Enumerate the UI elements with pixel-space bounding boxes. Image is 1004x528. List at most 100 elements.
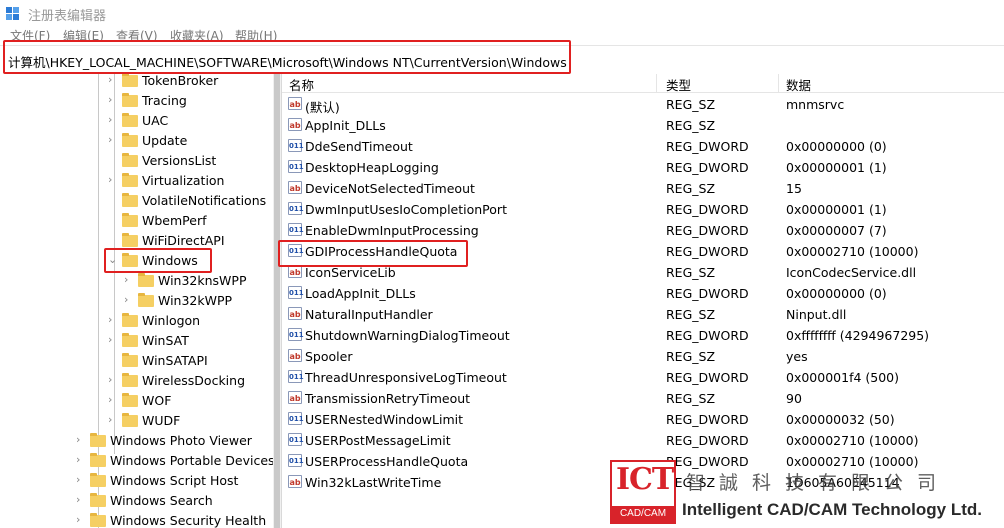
value-row[interactable]: ab IconServiceLib REG_SZ IconCodecService.d… — [282, 262, 1004, 283]
value-row[interactable]: 011 USERPostMessageLimit REG_DWORD 0x000027… — [282, 430, 1004, 451]
chevron-down-icon[interactable]: ⌄ — [108, 254, 118, 266]
chevron-right-icon[interactable]: › — [76, 514, 86, 526]
chevron-right-icon[interactable]: › — [108, 314, 118, 326]
tree-item[interactable]: › UAC — [0, 111, 273, 131]
chevron-right-icon[interactable]: › — [108, 394, 118, 406]
value-type: REG_SZ — [666, 265, 716, 280]
chevron-right-icon[interactable]: › — [124, 294, 134, 306]
column-type-header[interactable]: 类型 — [666, 75, 691, 94]
menu-edit[interactable]: 编辑(E) — [63, 27, 104, 44]
value-row[interactable]: ab AppInit_DLLs REG_SZ — [282, 115, 1004, 136]
chevron-right-icon[interactable]: › — [108, 114, 118, 126]
tree-item[interactable]: VolatileNotifications — [0, 191, 273, 211]
tree-item[interactable]: › Winlogon — [0, 311, 273, 331]
value-row[interactable]: 011 DwmInputUsesIoCompletionPort REG_DWORD… — [282, 199, 1004, 220]
chevron-right-icon[interactable]: › — [76, 454, 86, 466]
value-name: DwmInputUsesIoCompletionPort — [305, 202, 507, 217]
folder-icon — [122, 113, 138, 127]
menu-file[interactable]: 文件(F) — [10, 27, 50, 44]
tree-item[interactable]: WiFiDirectAPI — [0, 231, 273, 251]
chevron-right-icon[interactable] — [108, 194, 118, 206]
chevron-right-icon[interactable]: › — [108, 374, 118, 386]
tree-item[interactable]: › WOF — [0, 391, 273, 411]
tree-item[interactable]: VersionsList — [0, 151, 273, 171]
binary-value-icon: 011 — [288, 160, 304, 173]
chevron-right-icon[interactable]: › — [124, 274, 134, 286]
tree-item[interactable]: › Windows Photo Viewer — [0, 431, 273, 451]
company-name-cn: 智誠科技有限公司 — [686, 472, 951, 494]
menu-view[interactable]: 查看(V) — [116, 27, 158, 44]
tree-item[interactable]: › TokenBroker — [0, 74, 273, 91]
value-row[interactable]: 011 DesktopHeapLogging REG_DWORD 0x00000001… — [282, 157, 1004, 178]
binary-value-icon: 011 — [288, 286, 304, 299]
menu-help[interactable]: 帮助(H) — [235, 27, 277, 44]
string-value-icon: ab — [288, 181, 302, 194]
value-row[interactable]: 011 ShutdownWarningDialogTimeout REG_DWORD… — [282, 325, 1004, 346]
value-row[interactable]: ab (默认) REG_SZ mnmsrvc — [282, 94, 1004, 115]
value-row[interactable]: ab TransmissionRetryTimeout REG_SZ 90 — [282, 388, 1004, 409]
tree-scrollbar[interactable] — [273, 74, 281, 528]
chevron-right-icon[interactable]: › — [76, 494, 86, 506]
tree-item-label: VersionsList — [142, 153, 217, 168]
value-row[interactable]: 011 DdeSendTimeout REG_DWORD 0x00000000 (0) — [282, 136, 1004, 157]
value-row[interactable]: ab DeviceNotSelectedTimeout REG_SZ 15 — [282, 178, 1004, 199]
tree-item[interactable]: › Windows Search — [0, 491, 273, 511]
tree-item[interactable]: › Windows Portable Devices — [0, 451, 273, 471]
value-row[interactable]: 011 GDIProcessHandleQuota REG_DWORD 0x00002… — [282, 241, 1004, 262]
chevron-right-icon[interactable]: › — [108, 94, 118, 106]
column-separator[interactable] — [656, 74, 657, 92]
chevron-right-icon[interactable] — [108, 354, 118, 366]
chevron-right-icon[interactable]: › — [76, 474, 86, 486]
tree-item[interactable]: › Tracing — [0, 91, 273, 111]
tree-item[interactable]: WinSATAPI — [0, 351, 273, 371]
tree-item[interactable]: › Win32knsWPP — [0, 271, 273, 291]
chevron-right-icon[interactable] — [108, 234, 118, 246]
value-row[interactable]: ab Spooler REG_SZ yes — [282, 346, 1004, 367]
address-path[interactable]: 计算机\HKEY_LOCAL_MACHINE\SOFTWARE\Microsof… — [8, 52, 567, 71]
chevron-right-icon[interactable]: › — [76, 434, 86, 446]
value-row[interactable]: ab NaturalInputHandler REG_SZ Ninput.dll — [282, 304, 1004, 325]
tree-item[interactable]: › WUDF — [0, 411, 273, 431]
value-row[interactable]: 011 EnableDwmInputProcessing REG_DWORD 0x00… — [282, 220, 1004, 241]
chevron-right-icon[interactable] — [108, 214, 118, 226]
value-type: REG_SZ — [666, 391, 716, 406]
chevron-right-icon[interactable]: › — [108, 334, 118, 346]
value-row[interactable]: 011 LoadAppInit_DLLs REG_DWORD 0x00000000 (… — [282, 283, 1004, 304]
tree-item[interactable]: › Windows Security Health — [0, 511, 273, 528]
tree-item[interactable]: › Windows Script Host — [0, 471, 273, 491]
tree-item-label: Windows Photo Viewer — [110, 433, 252, 448]
chevron-right-icon[interactable]: › — [108, 134, 118, 146]
tree-item[interactable]: ⌄ Windows — [0, 251, 273, 271]
tree-item[interactable]: › Virtualization — [0, 171, 273, 191]
menu-favorites[interactable]: 收藏夹(A) — [170, 27, 224, 44]
value-type: REG_DWORD — [666, 244, 749, 259]
tree-item[interactable]: › Update — [0, 131, 273, 151]
tree-scroll-thumb[interactable] — [274, 74, 280, 528]
value-type: REG_SZ — [666, 97, 716, 112]
tree-item[interactable]: WbemPerf — [0, 211, 273, 231]
tree-item-label: WbemPerf — [142, 213, 207, 228]
column-data-header[interactable]: 数据 — [786, 75, 811, 94]
value-row[interactable]: 011 USERNestedWindowLimit REG_DWORD 0x00000… — [282, 409, 1004, 430]
column-separator[interactable] — [778, 74, 779, 92]
value-data: 90 — [786, 391, 802, 406]
value-type: REG_DWORD — [666, 286, 749, 301]
chevron-right-icon[interactable]: › — [108, 414, 118, 426]
column-name-header[interactable]: 名称 — [289, 75, 314, 94]
value-row[interactable]: 011 ThreadUnresponsiveLogTimeout REG_DWORD… — [282, 367, 1004, 388]
tree-item[interactable]: › Win32kWPP — [0, 291, 273, 311]
list-header: 名称 类型 数据 — [282, 74, 1004, 93]
string-value-icon: ab — [288, 475, 302, 488]
address-bar[interactable]: 计算机\HKEY_LOCAL_MACHINE\SOFTWARE\Microsof… — [0, 45, 1004, 75]
tree-item[interactable]: › WirelessDocking — [0, 371, 273, 391]
value-type: REG_DWORD — [666, 433, 749, 448]
tree-item-label: Windows Script Host — [110, 473, 239, 488]
value-data: 0x00000001 (1) — [786, 160, 887, 175]
tree-item[interactable]: › WinSAT — [0, 331, 273, 351]
chevron-right-icon[interactable] — [108, 154, 118, 166]
folder-icon — [122, 173, 138, 187]
chevron-right-icon[interactable]: › — [108, 74, 118, 86]
string-value-icon: ab — [288, 118, 302, 131]
chevron-right-icon[interactable]: › — [108, 174, 118, 186]
tree-item-label: Winlogon — [142, 313, 201, 328]
